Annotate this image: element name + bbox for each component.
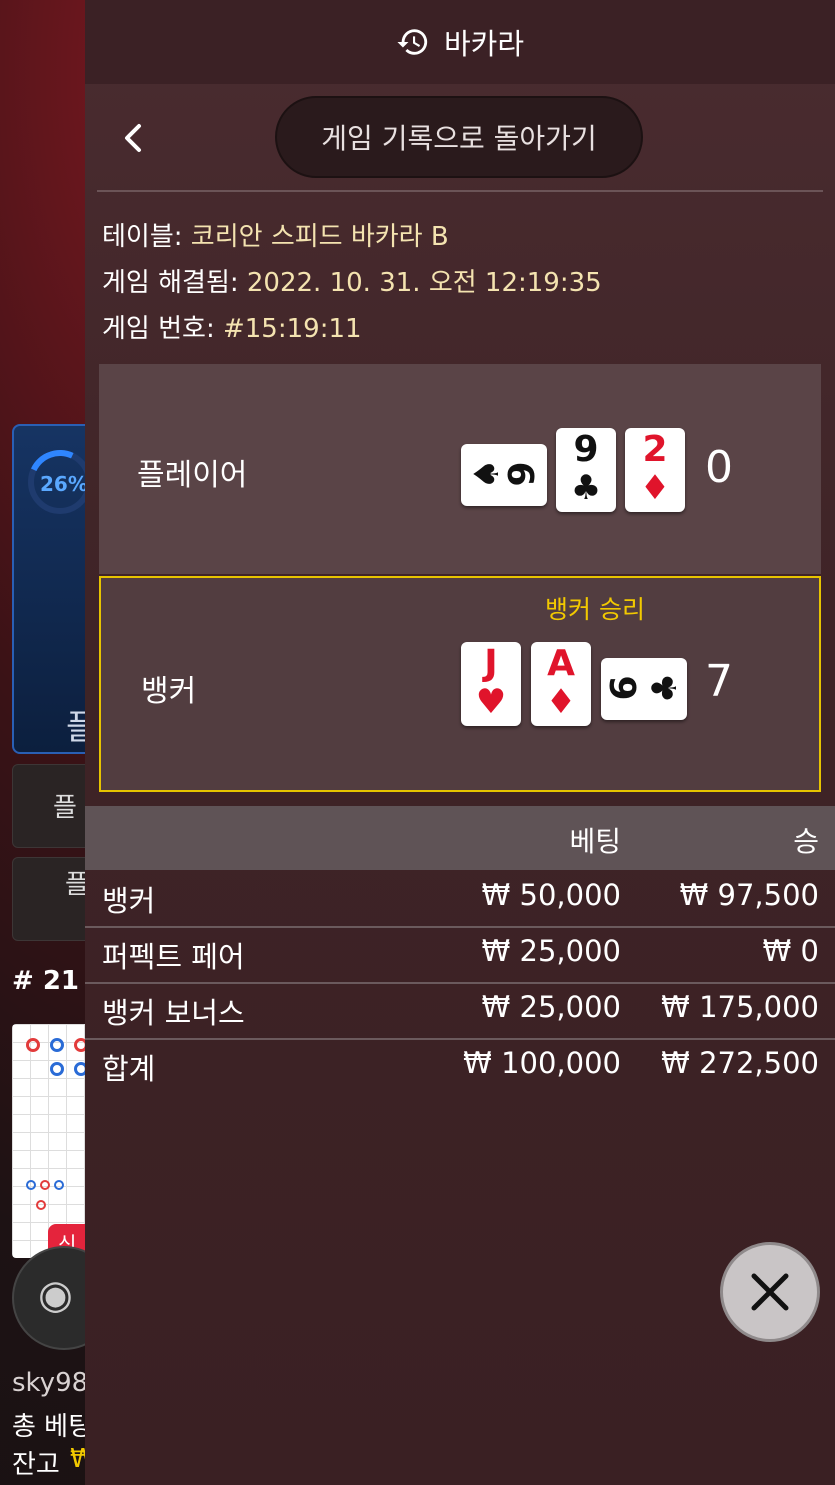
total-win: ₩ 272,500 (661, 1046, 819, 1080)
banker-card-1: J ♥ (461, 642, 521, 726)
banker-card-3: 6 ♣ (601, 658, 687, 720)
history-icon (397, 29, 428, 55)
card-suit: ♣ (645, 672, 685, 704)
player-card-3: 2 ♦ (625, 428, 685, 512)
player-label: 플레이어 (137, 458, 248, 493)
win-amount: ₩ 0 (762, 934, 819, 968)
player-hand: 플레이어 ♠ 9 9 ♣ 2 ♦ 0 (99, 364, 821, 574)
side-bet-label: 플 (53, 793, 77, 823)
road-dot (54, 1180, 64, 1190)
player-card-1: ♠ 9 (461, 444, 547, 506)
card-rank: 2 (642, 429, 668, 470)
win-column-header: 승 (793, 825, 819, 858)
card-rank: 9 (573, 429, 599, 470)
table-total-row: 합계 ₩ 100,000 ₩ 272,500 (85, 1038, 835, 1094)
player-card-2: 9 ♣ (556, 428, 616, 512)
bet-type: 퍼펙트 페어 (102, 940, 245, 974)
resolved-value: 2022. 10. 31. 오전 12:19:35 (246, 268, 602, 298)
card-rank: J (484, 643, 498, 684)
resolved-info: 게임 해결됨: 2022. 10. 31. 오전 12:19:35 (102, 262, 602, 299)
bet-amount: ₩ 25,000 (481, 934, 621, 968)
game-number-info: 게임 번호: #15:19:11 (102, 308, 362, 345)
round-number: # 21 (12, 966, 80, 996)
chip-stack-icon: ◉ (38, 1272, 73, 1318)
bet-amount: ₩ 25,000 (481, 990, 621, 1024)
banker-hand: 뱅커 승리 뱅커 J ♥ A ♦ 6 ♣ 7 (99, 576, 821, 792)
road-dot (50, 1038, 64, 1052)
card-rank: A (547, 643, 575, 684)
game-history-panel: 바카라 게임 기록으로 돌아가기 테이블: 코리안 스피드 바카라 B 게임 해… (85, 0, 835, 1485)
chevron-left-icon[interactable] (115, 118, 151, 158)
resolved-label: 게임 해결됨: (102, 268, 247, 298)
panel-title: 바카라 (443, 27, 525, 61)
road-dot (36, 1200, 46, 1210)
total-bet-label: 총 베팅 (12, 1412, 93, 1442)
table-row: 뱅커 보너스 ₩ 25,000 ₩ 175,000 (85, 982, 835, 1040)
card-suit: ♦ (639, 468, 671, 508)
total-bet: ₩ 100,000 (463, 1046, 621, 1080)
table-value: 코리안 스피드 바카라 B (190, 222, 449, 252)
table-label: 테이블: (102, 222, 191, 252)
card-suit: ♣ (570, 468, 602, 508)
table-info: 테이블: 코리안 스피드 바카라 B (102, 216, 449, 253)
table-row: 퍼펙트 페어 ₩ 25,000 ₩ 0 (85, 926, 835, 984)
win-amount: ₩ 175,000 (661, 990, 819, 1024)
player-score: 0 (705, 442, 733, 493)
card-suit: ♠ (467, 458, 507, 490)
card-rank: 9 (502, 461, 543, 487)
bet-type: 뱅커 (102, 884, 156, 918)
banker-win-label: 뱅커 승리 (545, 595, 645, 624)
game-number-value: #15:19:11 (222, 314, 362, 344)
road-dot (50, 1062, 64, 1076)
card-suit: ♥ (475, 682, 507, 722)
back-to-history-button[interactable]: 게임 기록으로 돌아가기 (275, 96, 643, 178)
table-row: 뱅커 ₩ 50,000 ₩ 97,500 (85, 870, 835, 928)
balance-label: 잔고 (12, 1450, 60, 1480)
bet-type: 뱅커 보너스 (102, 996, 245, 1030)
road-dot (26, 1038, 40, 1052)
win-amount: ₩ 97,500 (679, 878, 819, 912)
card-rank: 6 (604, 675, 645, 701)
bet-column-header: 베팅 (569, 825, 621, 858)
divider (97, 190, 823, 192)
bet-amount: ₩ 50,000 (481, 878, 621, 912)
bets-table-header: 베팅 승 (85, 806, 835, 870)
banker-card-2: A ♦ (531, 642, 591, 726)
road-dot (26, 1180, 36, 1190)
banker-label: 뱅커 (141, 674, 197, 709)
road-dot (40, 1180, 50, 1190)
username: sky98 (12, 1368, 89, 1398)
game-number-label: 게임 번호: (102, 314, 223, 344)
banker-score: 7 (705, 656, 733, 707)
close-button[interactable] (720, 1242, 820, 1342)
close-icon (751, 1273, 789, 1311)
total-label: 합계 (102, 1052, 156, 1086)
card-suit: ♦ (545, 682, 577, 722)
panel-header: 바카라 (85, 0, 835, 84)
progress-label: 26% (40, 472, 88, 496)
